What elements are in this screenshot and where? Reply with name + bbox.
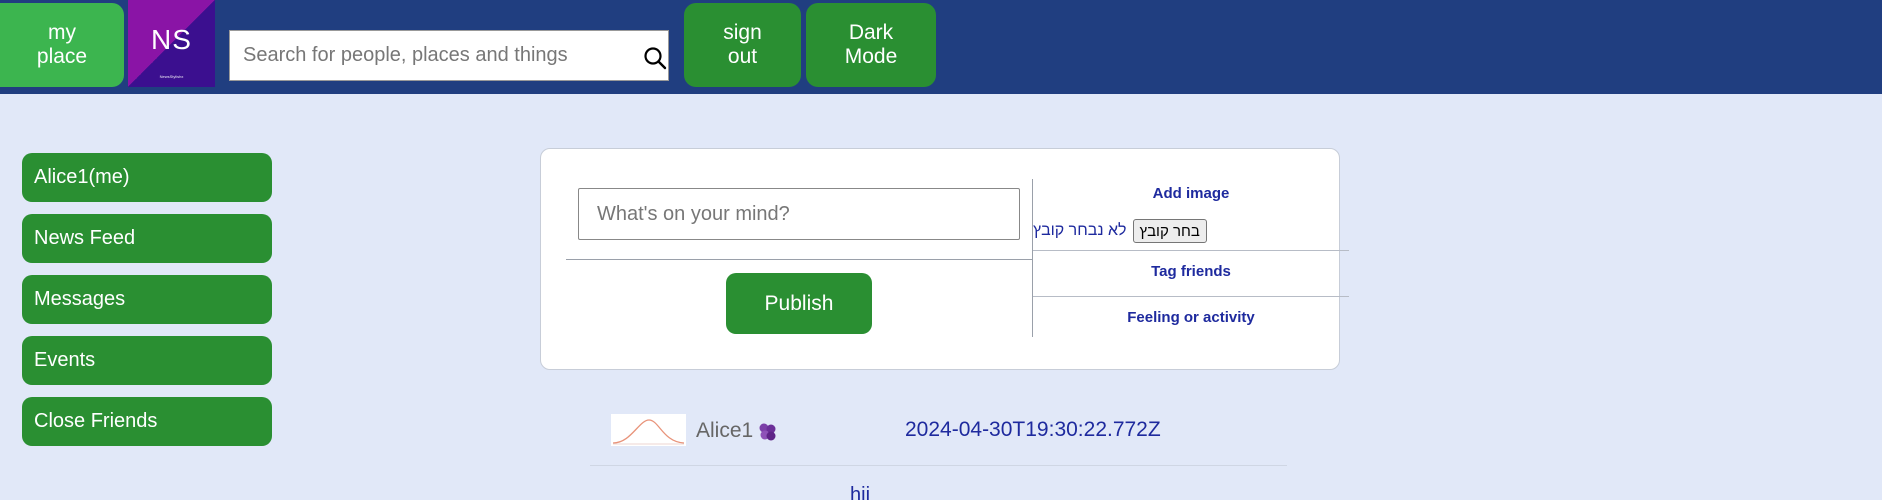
file-status-text: לא נבחר קובץ bbox=[1033, 222, 1127, 239]
sidebar: Alice1(me) News Feed Messages Events Clo… bbox=[22, 153, 272, 458]
sign-out-button[interactable]: sign out bbox=[684, 3, 801, 87]
my-place-button[interactable]: my place bbox=[0, 3, 124, 87]
post-author-name[interactable]: Alice1 bbox=[696, 419, 753, 443]
sidebar-item-messages[interactable]: Messages bbox=[22, 275, 272, 324]
choose-file-button[interactable]: בחר קובץ bbox=[1132, 219, 1207, 243]
top-navigation-bar: my place NS NewsStylishx sign out Dark M… bbox=[0, 0, 1882, 94]
sidebar-item-profile[interactable]: Alice1(me) bbox=[22, 153, 272, 202]
feeling-activity-option[interactable]: Feeling or activity bbox=[1033, 309, 1349, 326]
dark-mode-button[interactable]: Dark Mode bbox=[806, 3, 936, 87]
sidebar-item-close-friends[interactable]: Close Friends bbox=[22, 397, 272, 446]
divider bbox=[590, 465, 1287, 466]
post-composer-card: Publish Add image בחר קובץ לא נבחר קובץ … bbox=[540, 148, 1349, 370]
tag-friends-option[interactable]: Tag friends bbox=[1033, 263, 1349, 280]
file-picker: בחר קובץ לא נבחר קובץ bbox=[1033, 219, 1333, 243]
search-box bbox=[229, 30, 669, 81]
avatar-graph-icon bbox=[611, 414, 686, 446]
sidebar-item-news-feed[interactable]: News Feed bbox=[22, 214, 272, 263]
divider bbox=[566, 259, 1032, 260]
post-timestamp: 2024-04-30T19:30:22.772Z bbox=[905, 418, 1161, 441]
post-author-avatar[interactable] bbox=[611, 414, 686, 446]
post-text-input[interactable] bbox=[578, 188, 1020, 240]
search-input[interactable] bbox=[230, 31, 630, 80]
site-logo[interactable]: NS NewsStylishx bbox=[128, 0, 215, 87]
publish-button[interactable]: Publish bbox=[726, 273, 872, 334]
divider bbox=[1033, 250, 1349, 251]
add-image-label: Add image bbox=[1152, 185, 1230, 202]
search-icon[interactable] bbox=[642, 45, 668, 71]
logo-subtext: NewsStylishx bbox=[159, 74, 184, 79]
post-body-text: hii bbox=[850, 484, 871, 500]
sidebar-item-events[interactable]: Events bbox=[22, 336, 272, 385]
purple-flower-icon bbox=[759, 423, 776, 441]
divider bbox=[1033, 296, 1349, 297]
logo-text: NS bbox=[151, 24, 192, 55]
